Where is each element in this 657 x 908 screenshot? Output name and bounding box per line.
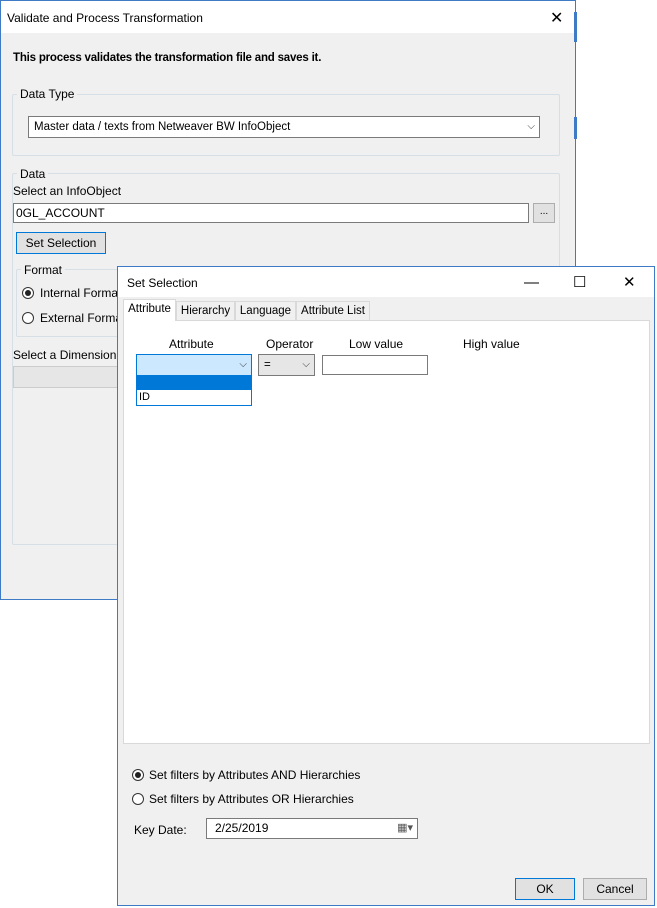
main-title-bar: Validate and Process Transformation ✕	[1, 1, 575, 33]
key-date-value: 2/25/2019	[215, 821, 269, 835]
infoobject-label: Select an InfoObject	[13, 184, 122, 198]
filter-and-label: Set filters by Attributes AND Hierarchie…	[149, 768, 361, 782]
operator-select[interactable]: = ⌵	[258, 354, 315, 376]
filter-or-label: Set filters by Attributes OR Hierarchies	[149, 792, 354, 806]
main-window-title: Validate and Process Transformation	[7, 11, 203, 25]
operator-column-header: Operator	[266, 337, 314, 351]
main-close-button[interactable]: ✕	[550, 11, 563, 27]
dialog-title-bar: Set Selection — ☐ ✕	[118, 267, 654, 297]
key-date-label: Key Date:	[134, 823, 187, 837]
tab-attribute-list[interactable]: Attribute List	[296, 301, 370, 321]
attribute-option-blank[interactable]	[137, 377, 251, 390]
attribute-tab-panel: Attribute Operator Low value High value …	[123, 320, 650, 744]
right-edge-accent-2	[574, 117, 577, 139]
minimize-button[interactable]: —	[524, 275, 539, 291]
high-value-column-header: High value	[463, 337, 520, 351]
data-type-legend: Data Type	[17, 87, 78, 101]
dialog-title: Set Selection	[127, 276, 198, 290]
tab-hierarchy[interactable]: Hierarchy	[176, 301, 235, 321]
chevron-down-icon: ⌵	[302, 359, 310, 370]
dimension-label: Select a Dimension	[13, 348, 117, 362]
data-legend: Data	[17, 167, 49, 181]
internal-format-label: Internal Format	[40, 286, 122, 300]
process-description: This process validates the transformatio…	[13, 52, 322, 64]
attribute-column-header: Attribute	[169, 337, 214, 351]
internal-format-radio[interactable]	[22, 287, 34, 299]
data-type-select[interactable]: Master data / texts from Netweaver BW In…	[28, 116, 540, 138]
low-value-input[interactable]	[322, 355, 428, 375]
chevron-down-icon: ⌵	[527, 121, 535, 132]
tab-attribute[interactable]: Attribute	[123, 299, 176, 321]
dialog-close-button[interactable]: ✕	[623, 275, 636, 291]
attribute-select[interactable]: ⌵	[136, 354, 252, 376]
external-format-label: External Format	[40, 311, 126, 325]
filter-or-radio[interactable]	[132, 793, 144, 805]
set-selection-dialog: Set Selection — ☐ ✕ Attribute Hierarchy …	[117, 266, 655, 906]
ok-button[interactable]: OK	[515, 878, 575, 900]
key-date-picker[interactable]: 2/25/2019 ▦▾	[206, 818, 418, 839]
attribute-option-id[interactable]: ID	[137, 390, 251, 405]
operator-value: =	[264, 359, 271, 371]
chevron-down-icon: ⌵	[239, 359, 247, 370]
maximize-button[interactable]: ☐	[573, 275, 586, 291]
data-type-selected: Master data / texts from Netweaver BW In…	[34, 121, 291, 133]
browse-button[interactable]: ...	[533, 203, 555, 223]
format-legend: Format	[21, 263, 66, 277]
cancel-button[interactable]: Cancel	[583, 878, 647, 900]
filter-and-radio[interactable]	[132, 769, 144, 781]
external-format-radio[interactable]	[22, 312, 34, 324]
set-selection-button[interactable]: Set Selection	[16, 232, 106, 254]
tab-language[interactable]: Language	[235, 301, 296, 321]
attribute-dropdown-list: ID	[136, 376, 252, 406]
infoobject-input[interactable]: 0GL_ACCOUNT	[13, 203, 529, 223]
calendar-icon[interactable]: ▦▾	[397, 819, 413, 838]
low-value-column-header: Low value	[349, 337, 404, 351]
right-edge-accent-1	[574, 12, 577, 42]
